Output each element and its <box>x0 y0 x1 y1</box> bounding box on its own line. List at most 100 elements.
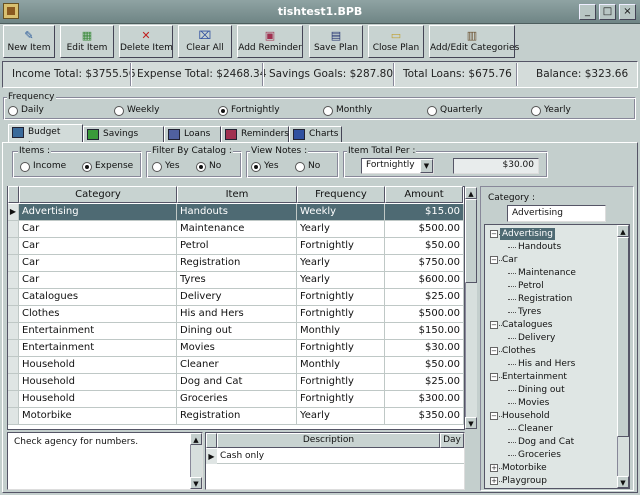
expense-radio[interactable] <box>82 162 92 172</box>
tree-node-entertainment[interactable]: Entertainment <box>502 371 567 383</box>
column-header-description[interactable]: Description <box>217 433 440 448</box>
chevron-down-icon[interactable]: ▼ <box>420 159 433 173</box>
table-row[interactable]: Car Petrol Fortnightly $50.00 <box>8 238 464 255</box>
category-input[interactable]: Advertising <box>507 205 606 222</box>
scroll-down-arrow[interactable]: ▼ <box>190 477 202 489</box>
table-row[interactable]: Catalogues Delivery Fortnightly $25.00 <box>8 289 464 306</box>
collapse-icon[interactable]: − <box>490 412 498 420</box>
clear-all-icon: ⌧ <box>198 29 212 42</box>
table-row[interactable]: Car Maintenance Yearly $500.00 <box>8 221 464 238</box>
frequency-radio-yearly[interactable] <box>531 106 541 116</box>
tree-leaf-handouts[interactable]: Handouts <box>518 241 561 253</box>
frequency-radio-weekly[interactable] <box>114 106 124 116</box>
expand-icon[interactable]: + <box>490 477 498 485</box>
table-row[interactable]: ▶ Advertising Handouts Weekly $15.00 <box>8 204 464 221</box>
column-header-amount[interactable]: Amount <box>385 186 463 203</box>
collapse-icon[interactable]: − <box>490 321 498 329</box>
collapse-icon[interactable]: − <box>490 373 498 381</box>
column-header-frequency[interactable]: Frequency <box>297 186 385 203</box>
close-button[interactable]: × <box>619 4 636 20</box>
tree-node-motorbike[interactable]: Motorbike <box>502 462 547 474</box>
new-item-button[interactable]: ✎ New Item <box>3 25 55 58</box>
scroll-up-arrow[interactable]: ▲ <box>617 225 629 237</box>
add-reminder-button[interactable]: ▣ Add Reminder <box>237 25 303 58</box>
divider <box>130 63 132 86</box>
table-row[interactable]: Car Tyres Yearly $600.00 <box>8 272 464 289</box>
frequency-label-weekly: Weekly <box>127 105 160 115</box>
notes-yes-radio[interactable] <box>251 162 261 172</box>
scroll-up-arrow[interactable]: ▲ <box>465 187 477 199</box>
table-row[interactable]: Car Registration Yearly $750.00 <box>8 255 464 272</box>
balance-total: Balance: $323.66 <box>536 68 629 80</box>
table-row[interactable]: Entertainment Dining out Monthly $150.00 <box>8 323 464 340</box>
tab-budget-items[interactable]: Budget Items <box>8 124 83 151</box>
collapse-icon[interactable]: − <box>490 256 498 264</box>
catalog-yes-radio[interactable] <box>152 162 162 172</box>
tree-leaf-delivery[interactable]: Delivery <box>518 332 555 344</box>
tree-node-clothes[interactable]: Clothes <box>502 345 536 357</box>
table-row[interactable]: Clothes His and Hers Fortnightly $500.00 <box>8 306 464 323</box>
tab-charts[interactable]: Charts <box>289 126 342 142</box>
table-row[interactable]: Household Dog and Cat Fortnightly $25.00 <box>8 374 464 391</box>
catalog-no-radio[interactable] <box>196 162 206 172</box>
scroll-down-arrow[interactable]: ▼ <box>465 417 477 429</box>
expand-icon[interactable]: + <box>490 464 498 472</box>
save-plan-button[interactable]: ▤ Save Plan <box>309 25 363 58</box>
divider <box>262 63 264 86</box>
tree-node-catalogues[interactable]: Catalogues <box>502 319 553 331</box>
tree-leaf-groceries[interactable]: Groceries <box>518 449 561 461</box>
frequency-radio-daily[interactable] <box>8 106 18 116</box>
income-radio[interactable] <box>20 162 30 172</box>
description-cell[interactable]: Cash only <box>217 449 464 464</box>
tab-loans[interactable]: Loans <box>164 126 221 142</box>
tree-leaf-registration[interactable]: Registration <box>518 293 572 305</box>
clear-all-button[interactable]: ⌧ Clear All <box>178 25 232 58</box>
column-header-day[interactable]: Day <box>440 433 464 448</box>
scroll-down-arrow[interactable]: ▼ <box>617 476 629 488</box>
category-cell: Household <box>19 391 177 408</box>
tree-leaf-movies[interactable]: Movies <box>518 397 549 409</box>
total-per-select[interactable]: Fortnightly ▼ <box>361 158 434 174</box>
tree-node-household[interactable]: Household <box>502 410 550 422</box>
maximize-button[interactable]: □ <box>599 4 616 20</box>
tree-node-advertising[interactable]: Advertising <box>500 228 555 240</box>
tab-reminders[interactable]: Reminders <box>221 126 289 142</box>
table-row[interactable]: Household Cleaner Monthly $50.00 <box>8 357 464 374</box>
savings-goals-total: Savings Goals: $287.80 <box>269 68 394 80</box>
category-cell: Advertising <box>19 204 177 221</box>
add-edit-categories-button[interactable]: ▥ Add/Edit Categories <box>429 25 519 58</box>
table-row[interactable]: Motorbike Registration Yearly $350.00 <box>8 408 464 425</box>
collapse-icon[interactable]: − <box>490 230 498 238</box>
edit-item-button[interactable]: ▦ Edit Item <box>60 25 114 58</box>
tree-leaf-dog-and-cat[interactable]: Dog and Cat <box>518 436 574 448</box>
collapse-icon[interactable]: − <box>490 347 498 355</box>
delete-item-button[interactable]: ✕ Delete Item <box>119 25 173 58</box>
tree-leaf-petrol[interactable]: Petrol <box>518 280 544 292</box>
table-row[interactable]: Entertainment Movies Fortnightly $30.00 <box>8 340 464 357</box>
column-header-category[interactable]: Category <box>19 186 177 203</box>
frequency-radio-fortnightly[interactable] <box>218 106 228 116</box>
notes-no-radio[interactable] <box>295 162 305 172</box>
tree-node-car[interactable]: Car <box>502 254 518 266</box>
tree-leaf-maintenance[interactable]: Maintenance <box>518 267 576 279</box>
tree-leaf-cleaner[interactable]: Cleaner <box>518 423 553 435</box>
view-notes-label: View Notes : <box>250 146 309 156</box>
row-header <box>8 340 19 357</box>
frequency-radio-quarterly[interactable] <box>427 106 437 116</box>
tree-leaf-his-and-hers[interactable]: His and Hers <box>518 358 575 370</box>
scroll-thumb[interactable] <box>465 199 477 283</box>
scroll-up-arrow[interactable]: ▲ <box>190 433 202 445</box>
scroll-thumb[interactable] <box>617 237 629 437</box>
frequency-label-quarterly: Quarterly <box>440 105 483 115</box>
minimize-button[interactable]: _ <box>579 4 596 20</box>
column-header-item[interactable]: Item <box>177 186 297 203</box>
table-row[interactable]: Household Groceries Fortnightly $300.00 <box>8 391 464 408</box>
tree-leaf-dining-out[interactable]: Dining out <box>518 384 565 396</box>
tab-savings-items[interactable]: Savings Items <box>83 126 164 153</box>
notes-textarea[interactable]: Check agency for numbers. <box>7 432 203 490</box>
frequency-radio-monthly[interactable] <box>323 106 333 116</box>
close-plan-button[interactable]: ▭ Close Plan <box>368 25 424 58</box>
frequency-cell: Monthly <box>297 323 385 340</box>
tree-leaf-tyres[interactable]: Tyres <box>518 306 541 318</box>
tree-node-playgroup[interactable]: Playgroup <box>502 475 547 487</box>
